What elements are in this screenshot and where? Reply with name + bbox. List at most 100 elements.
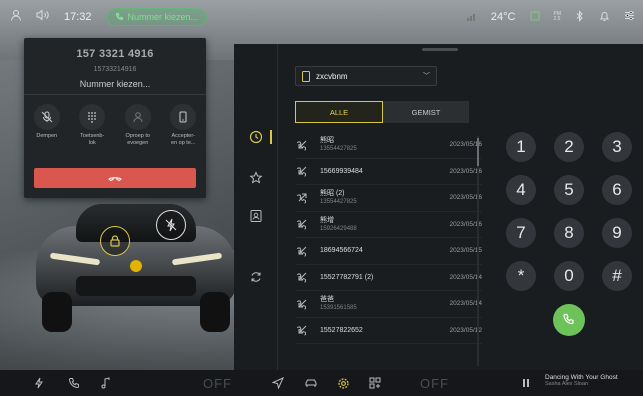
incoming-call-icon xyxy=(296,323,316,337)
dial-call-button[interactable] xyxy=(553,304,585,336)
add-call-button[interactable]: Oproep to evoegen xyxy=(117,104,159,147)
music-note-icon xyxy=(101,377,110,389)
call-history-row[interactable]: 熊增 15926429488 2023/05/16 xyxy=(296,212,482,238)
pause-icon xyxy=(523,379,529,387)
car-logo xyxy=(130,260,142,272)
apps-grid-icon xyxy=(369,377,381,389)
status-bar: 17:32 Nummer kiezen... 24°C PM 2.5 xyxy=(0,0,643,34)
caller-name: 15527782791 (2) xyxy=(320,273,374,281)
mic-off-icon xyxy=(33,104,60,130)
incoming-call-icon xyxy=(296,270,316,284)
call-history-row[interactable]: 15527782791 (2) 2023/05/14 xyxy=(296,265,482,291)
hazard-off-button[interactable] xyxy=(156,210,186,240)
phone-app-button[interactable] xyxy=(66,375,82,391)
keypad-key[interactable]: * xyxy=(506,261,536,291)
media-pause-button[interactable] xyxy=(518,375,534,391)
smartphone-icon xyxy=(170,104,197,130)
keypad-key[interactable]: 2 xyxy=(554,132,584,162)
incoming-call-icon xyxy=(296,138,316,152)
answer-on-phone-button[interactable]: Accepter- en op te... xyxy=(162,104,204,147)
car-wheel-right xyxy=(200,292,230,332)
incoming-call-icon xyxy=(296,217,316,231)
keypad-key[interactable]: 4 xyxy=(506,175,536,205)
panel-drag-handle[interactable] xyxy=(422,48,458,51)
add-person-icon xyxy=(124,104,151,130)
dialpad-icon xyxy=(79,104,106,130)
tab-all[interactable]: ALLE xyxy=(295,101,383,123)
call-history-row[interactable]: 熊昭 (2) 13554427825 2023/05/16 xyxy=(296,185,482,212)
call-history-row[interactable]: 爸爸 15391561585 2023/05/14 xyxy=(296,291,482,318)
keypad-key[interactable]: 1 xyxy=(506,132,536,162)
climate-left-off[interactable]: OFF xyxy=(203,376,232,391)
lock-button[interactable] xyxy=(100,226,130,256)
user-icon[interactable] xyxy=(10,8,22,26)
tab-missed[interactable]: GEMIST xyxy=(383,101,469,123)
call-filter-tabs: ALLE GEMIST xyxy=(295,101,469,123)
bluetooth-icon[interactable] xyxy=(575,9,585,25)
contacts-icon xyxy=(250,210,262,222)
apps-button[interactable] xyxy=(367,375,383,391)
keypad-key[interactable]: 3 xyxy=(602,132,632,162)
now-playing[interactable]: Dancing With Your Ghost Sasha Alex Sloan xyxy=(545,374,641,387)
caller-subnumber: 13554427825 xyxy=(320,146,357,153)
call-date: 2023/05/16 xyxy=(449,220,482,228)
keypad-button[interactable]: Toetsenb- lok xyxy=(71,104,113,147)
call-history-row[interactable]: 熊昭 13554427825 2023/05/16 xyxy=(296,132,482,159)
sync-icon xyxy=(251,272,261,282)
keypad-key[interactable]: 5 xyxy=(554,175,584,205)
settings-button[interactable] xyxy=(335,375,351,391)
incoming-call-icon xyxy=(296,244,316,258)
call-history-row[interactable]: 18694566724 2023/05/15 xyxy=(296,238,482,265)
dial-keypad: 1 2 3 4 5 6 7 8 9 * 0 # xyxy=(506,132,636,336)
favorites-tab[interactable] xyxy=(246,168,266,188)
climate-right-off[interactable]: OFF xyxy=(420,376,449,391)
settings-sliders-icon[interactable] xyxy=(624,10,635,24)
recents-tab[interactable] xyxy=(246,127,266,147)
keypad-key[interactable]: 0 xyxy=(554,261,584,291)
active-call-pill[interactable]: Nummer kiezen... xyxy=(105,8,208,26)
clock-time: 17:32 xyxy=(64,11,92,23)
caller-info: 熊增 15926429488 xyxy=(316,216,430,233)
car-grille xyxy=(76,276,196,296)
drive-mode-button[interactable] xyxy=(31,375,47,391)
mute-label: Dempen xyxy=(36,133,58,139)
keypad-key[interactable]: 7 xyxy=(506,218,536,248)
notification-bell-icon[interactable] xyxy=(599,10,610,25)
list-scrollbar[interactable] xyxy=(477,136,479,366)
gear-icon xyxy=(337,377,349,389)
navigation-button[interactable] xyxy=(270,375,286,391)
keypad-key[interactable]: # xyxy=(602,261,632,291)
contacts-tab[interactable] xyxy=(246,206,266,226)
call-date: 2023/05/15 xyxy=(449,247,482,255)
call-history-row[interactable]: 15669939484 2023/05/16 xyxy=(296,159,482,185)
sync-button[interactable] xyxy=(246,267,266,287)
scrollbar-thumb[interactable] xyxy=(477,138,479,166)
device-selector[interactable]: zxcvbnm ﹀ xyxy=(295,66,437,86)
chevron-down-icon: ﹀ xyxy=(423,73,430,80)
outgoing-call-icon xyxy=(296,191,316,205)
device-name: zxcvbnm xyxy=(316,71,348,81)
call-history-list: 熊昭 13554427825 2023/05/16 15669939484 2023/0… xyxy=(296,132,482,344)
car-image xyxy=(36,196,236,336)
phone-device-icon xyxy=(302,70,310,82)
call-date: 2023/05/16 xyxy=(449,141,482,149)
vehicle-button[interactable] xyxy=(303,375,319,391)
divider xyxy=(24,94,206,95)
car-icon xyxy=(305,379,317,387)
keypad-key[interactable]: 9 xyxy=(602,218,632,248)
phone-panel: zxcvbnm ﹀ ALLE GEMIST 熊昭 13554427825 2023/… xyxy=(234,44,643,370)
call-history-row[interactable]: 15527822652 2023/05/12 xyxy=(296,318,482,344)
answer-on-phone-label: Accepter- en op te... xyxy=(171,133,196,146)
volume-icon[interactable] xyxy=(36,8,50,26)
call-date: 2023/05/14 xyxy=(449,300,482,308)
track-title: Dancing With Your Ghost xyxy=(545,374,618,381)
keypad-key[interactable]: 8 xyxy=(554,218,584,248)
music-app-button[interactable] xyxy=(98,375,114,391)
caller-info: 熊昭 13554427825 xyxy=(316,136,430,153)
mute-button[interactable]: Dempen xyxy=(26,104,68,147)
hang-up-button[interactable] xyxy=(34,168,196,188)
caller-number: 157 3321 4916 xyxy=(76,48,154,60)
call-date: 2023/05/12 xyxy=(449,326,482,334)
phone-call-icon xyxy=(563,313,574,325)
keypad-key[interactable]: 6 xyxy=(602,175,632,205)
